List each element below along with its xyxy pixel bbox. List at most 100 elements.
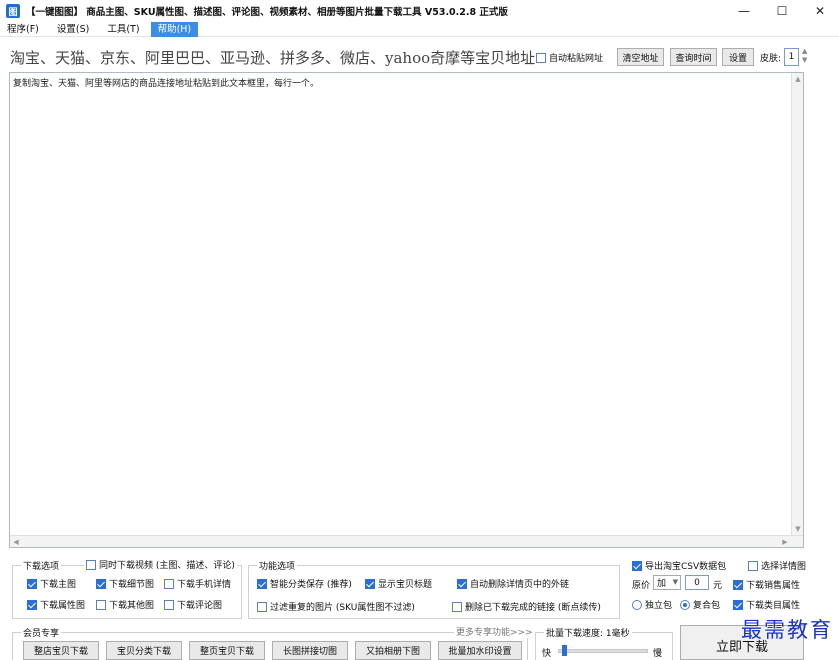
- price-operator-value: 加: [657, 579, 667, 589]
- app-logo-icon: 图: [6, 4, 20, 18]
- scroll-right-icon[interactable]: ▶: [779, 536, 791, 548]
- export-csv-label: 导出淘宝CSV数据包: [645, 562, 727, 572]
- select-details-option[interactable]: 选择详情图: [748, 559, 806, 572]
- download-main-option[interactable]: 下载主图: [27, 577, 76, 590]
- download-mobile-checkbox[interactable]: [164, 578, 174, 589]
- video-download-option[interactable]: 同时下载视频 (主图、描述、评论): [84, 558, 237, 571]
- maximize-button[interactable]: ☐: [763, 0, 801, 22]
- category-attr-label: 下载类目属性: [746, 601, 801, 611]
- delete-finished-option[interactable]: 删除已下载完成的链接 (断点续传): [452, 600, 601, 613]
- filter-duplicates-checkbox[interactable]: [257, 601, 267, 612]
- download-other-option[interactable]: 下载其他图: [96, 598, 154, 611]
- skin-stepper-arrows[interactable]: ▲ ▼: [802, 47, 807, 65]
- download-detail-option[interactable]: 下载细节图: [96, 577, 154, 590]
- price-label: 原价: [632, 581, 651, 591]
- video-download-checkbox[interactable]: [86, 559, 96, 570]
- download-other-checkbox[interactable]: [96, 599, 106, 610]
- combined-pack-option[interactable]: 复合包: [680, 598, 720, 611]
- chevron-down-icon[interactable]: ▼: [802, 56, 807, 65]
- sales-attr-option[interactable]: 下载销售属性: [733, 578, 800, 591]
- video-download-label: 同时下载视频 (主图、描述、评论): [99, 561, 235, 571]
- download-attr-checkbox[interactable]: [27, 599, 37, 610]
- address-toolbar: 淘宝、天猫、京东、阿里巴巴、亚马逊、拼多多、微店、yahoo奇摩等宝贝地址: 自…: [0, 44, 839, 70]
- speed-slow-label: 慢: [653, 649, 663, 659]
- download-review-checkbox[interactable]: [164, 599, 174, 610]
- download-main-label: 下载主图: [40, 580, 77, 590]
- menu-program[interactable]: 程序(F): [0, 22, 46, 37]
- shop-download-button[interactable]: 整店宝贝下载: [23, 641, 99, 660]
- address-label: 淘宝、天猫、京东、阿里巴巴、亚马逊、拼多多、微店、yahoo奇摩等宝贝地址:: [10, 49, 541, 67]
- download-other-label: 下载其他图: [109, 601, 155, 611]
- watermark-text: 最需教育: [741, 618, 833, 642]
- filter-duplicates-label: 过滤重复的图片 (SKU属性图不过滤): [270, 603, 415, 613]
- show-title-label: 显示宝贝标题: [378, 580, 433, 590]
- album-download-button[interactable]: 又拍相册下图: [355, 641, 431, 660]
- skin-spinner[interactable]: 1: [784, 48, 799, 66]
- download-detail-label: 下载细节图: [109, 580, 155, 590]
- download-attr-label: 下载属性图: [40, 601, 86, 611]
- combined-pack-radio[interactable]: [680, 599, 690, 610]
- category-attr-checkbox[interactable]: [733, 599, 743, 610]
- single-pack-option[interactable]: 独立包: [632, 598, 672, 611]
- smart-save-option[interactable]: 智能分类保存 (推荐): [257, 577, 352, 590]
- scroll-left-icon[interactable]: ◀: [10, 536, 22, 548]
- long-image-button[interactable]: 长图拼接切图: [272, 641, 348, 660]
- show-title-option[interactable]: 显示宝贝标题: [365, 577, 432, 590]
- close-button[interactable]: ✕: [801, 0, 839, 22]
- filter-duplicates-option[interactable]: 过滤重复的图片 (SKU属性图不过滤): [257, 600, 415, 613]
- single-pack-radio[interactable]: [632, 599, 642, 610]
- download-detail-checkbox[interactable]: [96, 578, 106, 589]
- menu-tools[interactable]: 工具(T): [100, 22, 146, 37]
- price-unit: 元: [713, 581, 723, 591]
- download-main-checkbox[interactable]: [27, 578, 37, 589]
- scroll-up-icon[interactable]: ▲: [792, 73, 804, 85]
- category-attr-option[interactable]: 下载类目属性: [733, 598, 800, 611]
- url-input-area[interactable]: 复制淘宝、天猫、阿里等网店的商品连接地址粘贴到此文本框里，每行一个。 ▲ ▼ ◀…: [9, 72, 804, 548]
- auto-paste-checkbox[interactable]: [536, 52, 546, 63]
- member-title: 会员专享: [21, 626, 62, 639]
- horizontal-scrollbar[interactable]: ◀ ▶: [10, 535, 803, 547]
- speed-slider-track[interactable]: [558, 649, 648, 653]
- download-review-label: 下载评论图: [177, 601, 223, 611]
- scroll-down-icon[interactable]: ▼: [792, 523, 804, 535]
- menu-help[interactable]: 帮助(H): [150, 21, 199, 37]
- settings-button[interactable]: 设置: [722, 48, 754, 66]
- page-download-button[interactable]: 整页宝贝下载: [189, 641, 265, 660]
- download-review-option[interactable]: 下载评论图: [164, 598, 222, 611]
- chevron-up-icon[interactable]: ▲: [802, 47, 807, 56]
- select-details-label: 选择详情图: [761, 562, 807, 572]
- select-details-checkbox[interactable]: [748, 560, 758, 571]
- watermark-settings-button[interactable]: 批量加水印设置: [438, 641, 522, 660]
- skin-label: 皮肤:: [760, 54, 782, 64]
- export-csv-option[interactable]: 导出淘宝CSV数据包: [632, 559, 726, 572]
- title-bar: 图 【一键图图】 商品主图、SKU属性图、描述图、评论图、视频素材、相册等图片批…: [0, 0, 839, 22]
- download-attr-option[interactable]: 下载属性图: [27, 598, 85, 611]
- download-mobile-option[interactable]: 下载手机详情: [164, 577, 231, 590]
- function-options-title: 功能选项: [257, 559, 298, 572]
- vertical-scrollbar[interactable]: ▲ ▼: [791, 73, 803, 547]
- price-operator-select[interactable]: 加 ▼: [653, 575, 681, 590]
- smart-save-checkbox[interactable]: [257, 578, 267, 589]
- auto-paste-option[interactable]: 自动粘贴网址: [536, 51, 603, 64]
- menu-bar: 程序(F) 设置(S) 工具(T) 帮助(H): [0, 21, 839, 37]
- menu-settings[interactable]: 设置(S): [50, 22, 96, 37]
- export-csv-checkbox[interactable]: [632, 560, 642, 571]
- chevron-down-icon: ▼: [672, 578, 678, 586]
- price-value-input[interactable]: 0: [685, 575, 709, 590]
- download-options-title: 下载选项: [21, 559, 62, 572]
- smart-save-label: 智能分类保存 (推荐): [270, 580, 352, 590]
- clear-address-button[interactable]: 清空地址: [617, 48, 664, 66]
- url-input-hint: 复制淘宝、天猫、阿里等网店的商品连接地址粘贴到此文本框里，每行一个。: [13, 79, 320, 89]
- show-title-checkbox[interactable]: [365, 578, 375, 589]
- speed-fast-label: 快: [542, 649, 552, 659]
- single-pack-label: 独立包: [645, 601, 673, 611]
- sales-attr-checkbox[interactable]: [733, 579, 743, 590]
- category-download-button[interactable]: 宝贝分类下载: [106, 641, 182, 660]
- more-features-link[interactable]: 更多专享功能>>>: [454, 625, 535, 638]
- query-time-button[interactable]: 查询时间: [670, 48, 717, 66]
- speed-slider-thumb[interactable]: [562, 645, 568, 656]
- remove-links-checkbox[interactable]: [457, 578, 467, 589]
- minimize-button[interactable]: —: [725, 0, 763, 22]
- delete-finished-checkbox[interactable]: [452, 601, 462, 612]
- remove-links-option[interactable]: 自动删除详情页中的外链: [457, 577, 569, 590]
